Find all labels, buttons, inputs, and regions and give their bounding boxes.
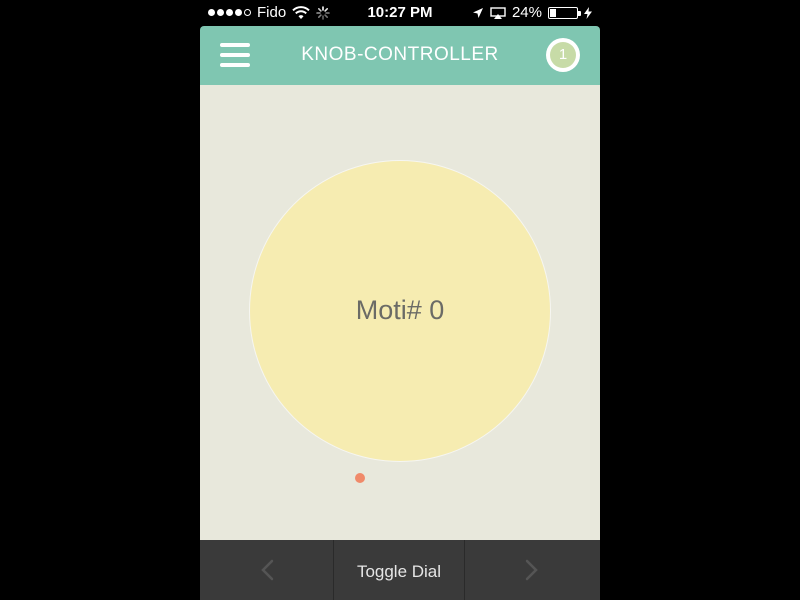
status-bar: Fido 10:27 PM 24% — [200, 0, 600, 26]
phone-screen: Fido 10:27 PM 24% KNOB-CONTROLLER 1 Moti… — [200, 0, 600, 600]
battery-percent: 24% — [511, 4, 542, 21]
battery-icon — [548, 6, 581, 19]
chevron-right-icon — [525, 559, 538, 581]
toggle-dial-button[interactable]: Toggle Dial — [333, 540, 465, 600]
badge-count: 1 — [550, 42, 576, 68]
status-right: 24% — [472, 4, 592, 21]
charging-bolt-icon — [584, 6, 592, 19]
notification-badge[interactable]: 1 — [546, 38, 580, 72]
main-content: Moti# 0 — [200, 85, 600, 540]
battery-fill — [550, 8, 556, 17]
app-title: KNOB-CONTROLLER — [301, 44, 499, 65]
dial-position-indicator[interactable] — [355, 473, 365, 483]
toggle-dial-label: Toggle Dial — [356, 562, 442, 581]
next-button[interactable] — [465, 540, 598, 600]
location-arrow-icon — [472, 7, 483, 18]
app-header: KNOB-CONTROLLER 1 — [200, 26, 600, 85]
bottom-toolbar: Toggle Dial — [200, 540, 600, 600]
dial-label: Moti# 0 — [355, 295, 445, 325]
chevron-left-icon — [260, 559, 273, 581]
battery-tip — [578, 10, 581, 16]
previous-button[interactable] — [200, 540, 333, 600]
knob-dial[interactable]: Moti# 0 — [250, 161, 550, 483]
airplay-icon — [490, 6, 506, 19]
